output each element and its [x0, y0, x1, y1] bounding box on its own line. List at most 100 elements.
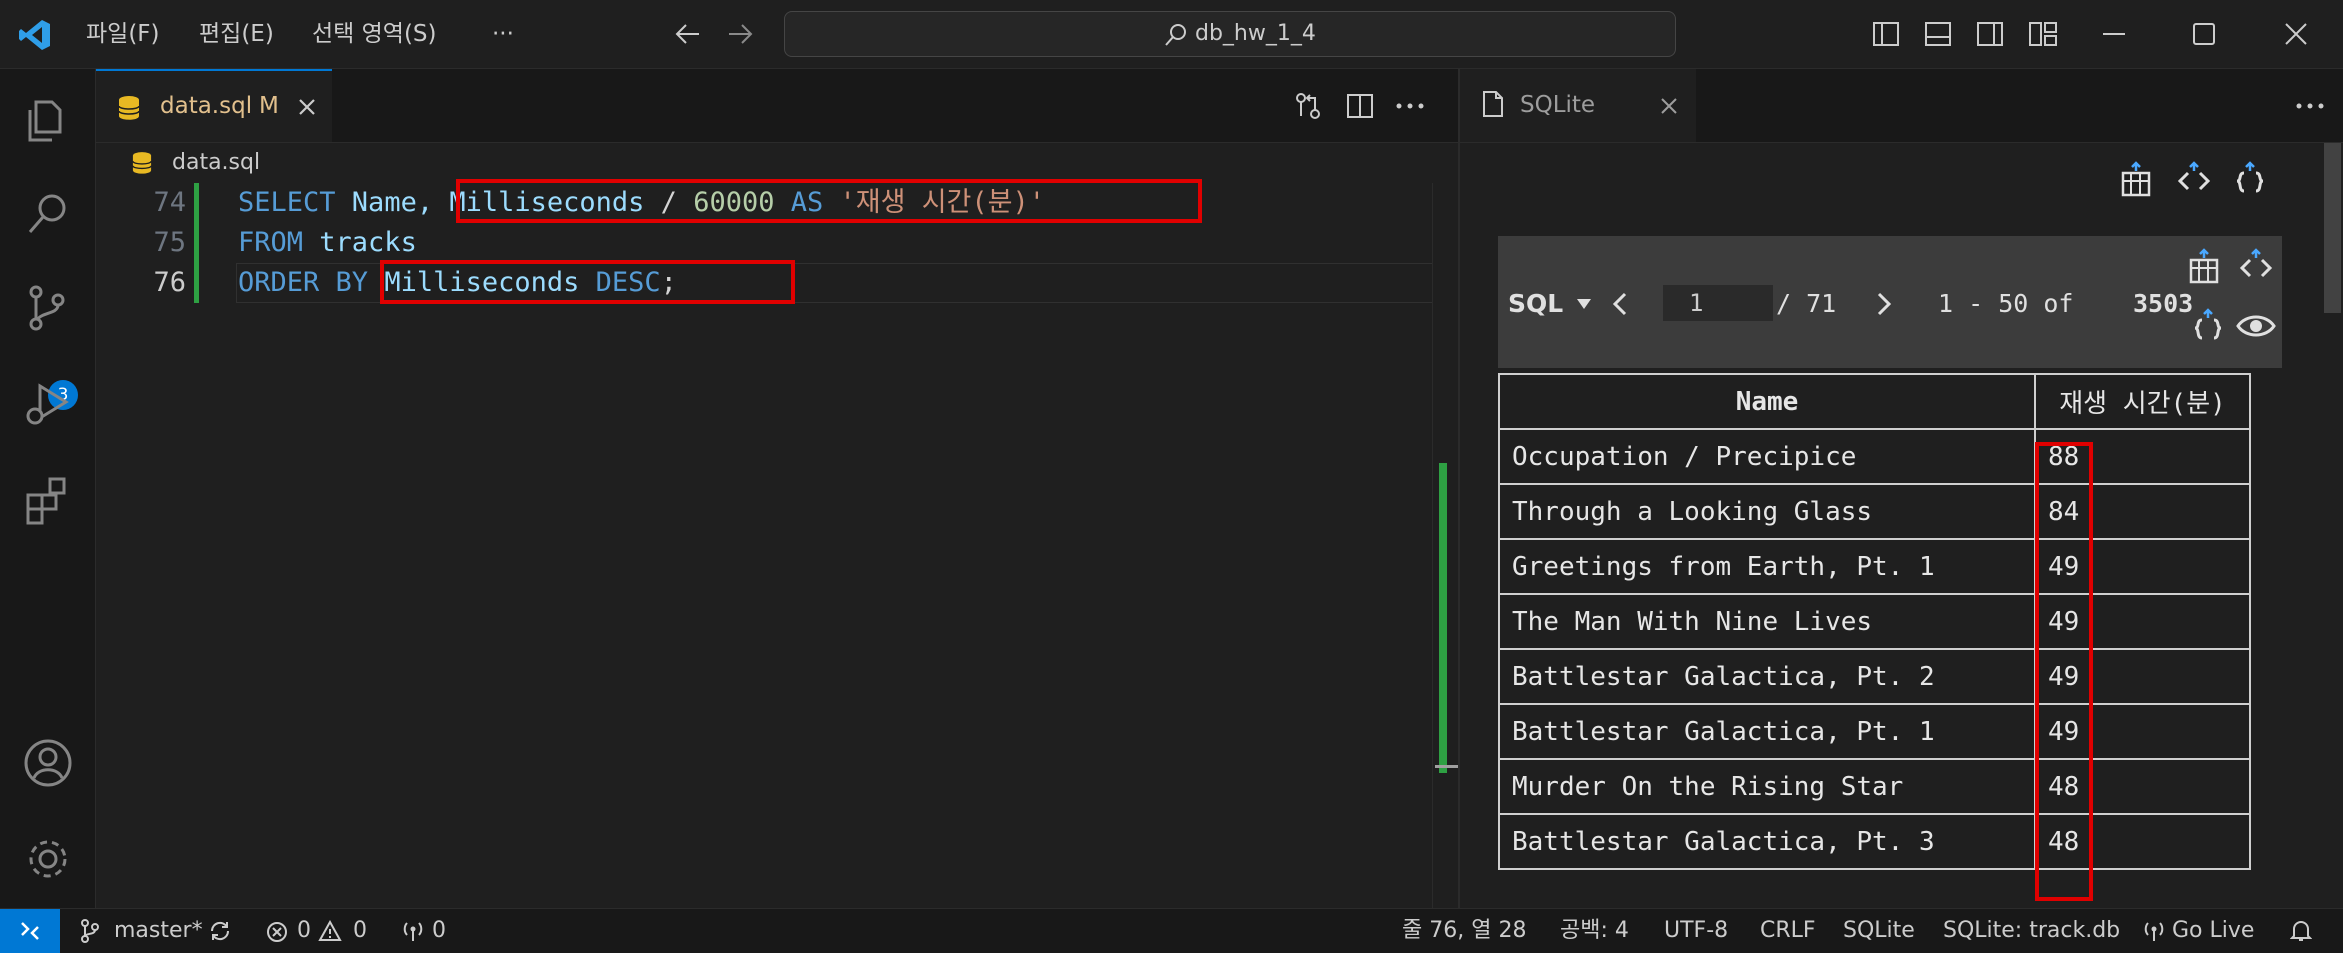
toggle-secondary-sidebar-icon[interactable]: [1977, 22, 2003, 46]
page-number-input[interactable]: 1: [1663, 285, 1773, 321]
close-tab-icon[interactable]: [298, 98, 316, 116]
customize-layout-icon[interactable]: [2029, 22, 2057, 46]
tab-data-sql[interactable]: data.sql M: [96, 69, 332, 142]
table-row: Through a Looking Glass 84: [1498, 483, 2251, 540]
results-toolbar: SQL 1 / 71 1 - 50 of 3503: [1498, 236, 2282, 368]
explorer-icon[interactable]: [20, 92, 76, 148]
cursor-position[interactable]: 줄 76, 열 28: [1402, 909, 1526, 953]
go-live-broadcast-icon[interactable]: [2142, 920, 2166, 942]
results-table: Name 재생 시간(분) Occupation / Precipice 88 T…: [1498, 373, 2251, 870]
table-header-row: Name 재생 시간(분): [1498, 373, 2251, 430]
menu-more[interactable]: ···: [492, 0, 514, 68]
extensions-icon[interactable]: [20, 471, 76, 527]
run-debug-icon[interactable]: [20, 376, 76, 432]
source-control-icon[interactable]: [20, 280, 76, 336]
sync-icon[interactable]: [208, 920, 232, 942]
column-header-duration[interactable]: 재생 시간(분): [2034, 373, 2251, 430]
sql-dropdown-triangle-icon[interactable]: [1576, 298, 1592, 310]
table-row: Battlestar Galactica, Pt. 3 48: [1498, 813, 2251, 870]
maximize-icon[interactable]: [2193, 23, 2215, 45]
row-range: 1 - 50 of: [1938, 289, 2074, 318]
tab-sqlite[interactable]: SQLite: [1460, 69, 1696, 142]
panel-more-actions-icon[interactable]: [2296, 103, 2324, 109]
language-mode[interactable]: SQLite: [1843, 909, 1915, 953]
warning-count[interactable]: 0: [353, 909, 367, 953]
back-arrow-icon[interactable]: [675, 22, 701, 46]
remote-indicator[interactable]: [0, 909, 60, 953]
line-number: 74: [153, 187, 186, 218]
ports-broadcast-icon[interactable]: [400, 920, 426, 942]
open-changes-icon[interactable]: [1294, 92, 1322, 120]
table-row: Greetings from Earth, Pt. 1 49: [1498, 538, 2251, 595]
toggle-primary-sidebar-icon[interactable]: [1873, 22, 1899, 46]
export-csv-icon[interactable]: [2120, 161, 2152, 197]
git-added-gutter: [194, 183, 199, 303]
breadcrumb-database-icon: [132, 151, 152, 175]
cell-name[interactable]: Battlestar Galactica, Pt. 1: [1498, 703, 2036, 760]
ports-count[interactable]: 0: [432, 909, 446, 953]
eye-icon[interactable]: [2236, 312, 2276, 340]
toolbar-export-json-icon[interactable]: [2190, 308, 2226, 344]
column-header-name[interactable]: Name: [1498, 373, 2036, 430]
cell-name[interactable]: Battlestar Galactica, Pt. 2: [1498, 648, 2036, 705]
notifications-bell-icon[interactable]: [2290, 919, 2312, 943]
cell-name[interactable]: Occupation / Precipice: [1498, 428, 2036, 485]
command-center-search[interactable]: db_hw_1_4: [784, 11, 1676, 57]
sqlite-results-panel: SQL 1 / 71 1 - 50 of 3503 Name 재생 시간(분) …: [1460, 143, 2343, 908]
cell-name[interactable]: Through a Looking Glass: [1498, 483, 2036, 540]
toggle-panel-icon[interactable]: [1925, 22, 1951, 46]
sql-keyword: FROM: [238, 227, 304, 258]
cell-name[interactable]: Battlestar Galactica, Pt. 3: [1498, 813, 2036, 870]
sql-toggle-label[interactable]: SQL: [1508, 236, 1563, 372]
split-editor-icon[interactable]: [1346, 92, 1374, 120]
git-branch[interactable]: master*: [114, 909, 203, 953]
sqlite-database[interactable]: SQLite: track.db: [1943, 909, 2120, 953]
git-branch-icon: [80, 919, 100, 943]
menu-selection[interactable]: 선택 영역(S): [312, 0, 437, 68]
code-editor[interactable]: 74 75 76 SELECT Name, Milliseconds / 600…: [96, 179, 1554, 908]
more-actions-icon[interactable]: [1396, 103, 1424, 109]
scrollbar-thumb[interactable]: [2324, 143, 2341, 313]
export-html-icon[interactable]: [2176, 161, 2212, 197]
end-of-line[interactable]: CRLF: [1760, 909, 1816, 953]
go-live[interactable]: Go Live: [2172, 909, 2254, 953]
search-view-icon[interactable]: [20, 186, 76, 242]
toolbar-export-csv-icon[interactable]: [2188, 248, 2220, 284]
menu-edit[interactable]: 편집(E): [199, 0, 274, 68]
breadcrumb-file[interactable]: data.sql: [172, 143, 260, 183]
settings-gear-icon[interactable]: [20, 831, 76, 887]
activity-bar: 3: [0, 69, 96, 908]
previous-page-icon[interactable]: [1612, 292, 1628, 316]
table-row: Murder On the Rising Star 48: [1498, 758, 2251, 815]
sql-keyword: SELECT: [238, 187, 336, 218]
cell-name[interactable]: The Man With Nine Lives: [1498, 593, 2036, 650]
close-window-icon[interactable]: [2285, 23, 2307, 45]
accounts-icon[interactable]: [20, 735, 76, 791]
editor-scrollbar[interactable]: [1432, 183, 1459, 908]
error-icon[interactable]: [266, 921, 288, 943]
sql-keyword: ORDER BY: [238, 267, 369, 298]
title-bar: 파일(F) 편집(E) 선택 영역(S) ··· db_hw_1_4: [0, 0, 2343, 69]
menu-file[interactable]: 파일(F): [86, 0, 160, 68]
search-text: db_hw_1_4: [1195, 21, 1316, 46]
error-count[interactable]: 0: [297, 909, 311, 953]
sql-identifier: Name,: [335, 187, 450, 218]
highlight-box-order-by-expression: [380, 260, 795, 304]
warning-icon[interactable]: [318, 920, 342, 942]
panel-scrollbar[interactable]: [2322, 143, 2343, 908]
close-panel-tab-icon[interactable]: [1660, 97, 1678, 115]
forward-arrow-icon[interactable]: [727, 22, 753, 46]
code-line[interactable]: FROM tracks: [238, 223, 417, 263]
line-number: 75: [153, 227, 186, 258]
sql-identifier: tracks: [303, 227, 417, 258]
cell-name[interactable]: Murder On the Rising Star: [1498, 758, 2036, 815]
cell-name[interactable]: Greetings from Earth, Pt. 1: [1498, 538, 2036, 595]
indentation[interactable]: 공백: 4: [1560, 909, 1629, 953]
minimize-icon[interactable]: [2103, 32, 2125, 36]
table-row: Battlestar Galactica, Pt. 1 49: [1498, 703, 2251, 760]
export-json-icon[interactable]: [2232, 161, 2268, 197]
search-icon: [1163, 22, 1189, 48]
toolbar-export-html-icon[interactable]: [2238, 248, 2274, 284]
next-page-icon[interactable]: [1876, 292, 1892, 316]
encoding[interactable]: UTF-8: [1664, 909, 1728, 953]
